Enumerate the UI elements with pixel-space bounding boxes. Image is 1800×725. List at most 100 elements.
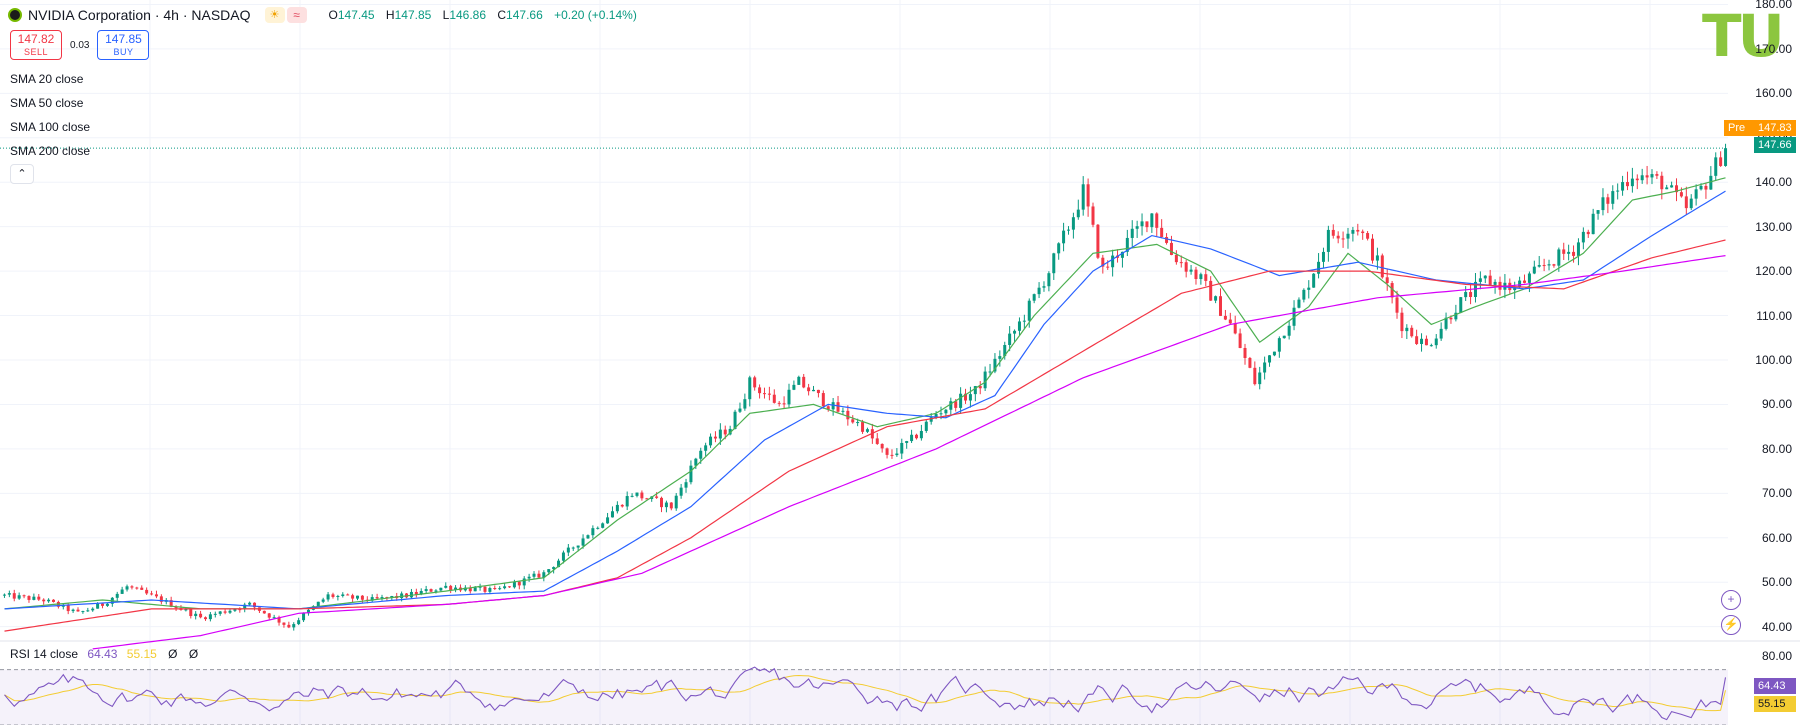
symbol-title[interactable]: NVIDIA Corporation · 4h · NASDAQ — [28, 7, 251, 23]
candle-body — [748, 377, 752, 400]
chevron-up-icon: ⌃ — [17, 168, 27, 180]
candle-body — [890, 454, 894, 456]
price-axis-tick: 140.00 — [1755, 175, 1792, 190]
candle-body — [223, 611, 227, 613]
candle-body — [184, 609, 188, 611]
candle-body — [787, 389, 791, 405]
candle-body — [1395, 297, 1399, 313]
price-axis-tick: 70.00 — [1761, 486, 1792, 501]
candle-body — [738, 408, 742, 412]
candle-body — [596, 527, 600, 529]
high-key: H — [385, 8, 395, 22]
candle-body — [1709, 175, 1713, 190]
candle-body — [439, 587, 443, 591]
candle-body — [1066, 229, 1070, 231]
indicator-sma100[interactable]: SMA 100 close — [10, 120, 90, 134]
candle-body — [145, 589, 149, 594]
candle-body — [988, 371, 992, 373]
indicator-sma20[interactable]: SMA 20 close — [10, 72, 83, 86]
candle-body — [1106, 266, 1110, 268]
candle-body — [1591, 213, 1595, 235]
candle-body — [120, 589, 124, 594]
candle-body — [2, 594, 6, 596]
buy-button[interactable]: 147.85 BUY — [97, 30, 150, 60]
candle-body — [664, 502, 668, 508]
indicator-sma50[interactable]: SMA 50 close — [10, 96, 83, 110]
candle-body — [861, 422, 865, 432]
candle-body — [851, 419, 855, 423]
candle-body — [321, 599, 325, 602]
candle-body — [351, 595, 355, 599]
hidden-eye-icon-2[interactable]: Ø — [189, 647, 198, 661]
candle-body — [718, 429, 722, 439]
lightning-icon[interactable]: ⚡ — [1721, 615, 1741, 635]
candle-body — [561, 552, 565, 561]
candle-body — [1057, 243, 1061, 254]
candle-body — [1552, 264, 1556, 266]
candle-body — [424, 589, 428, 592]
candle-body — [1684, 196, 1688, 209]
candle-body — [635, 492, 639, 496]
add-alert-icon[interactable]: + — [1721, 590, 1741, 610]
candle-body — [199, 613, 203, 618]
candle-body — [1199, 274, 1203, 280]
candle-body — [532, 573, 536, 577]
candle-body — [1704, 185, 1708, 190]
candle-body — [32, 596, 36, 600]
candle-body — [517, 581, 521, 586]
rsi-legend[interactable]: RSI 14 close 64.43 55.15 Ø Ø — [10, 647, 198, 661]
candle-body — [944, 409, 948, 414]
sell-button[interactable]: 147.82 SELL — [10, 30, 62, 60]
hidden-eye-icon[interactable]: Ø — [168, 647, 177, 661]
candle-body — [1022, 320, 1026, 322]
candle-body — [660, 497, 664, 508]
rsi-price-label: 64.43 — [1754, 678, 1796, 694]
candle-body — [723, 429, 727, 435]
candle-body — [674, 495, 678, 509]
candle-body — [1542, 265, 1546, 267]
candle-body — [96, 603, 100, 609]
candle-body — [802, 376, 806, 388]
candle-body — [1130, 228, 1134, 238]
candle-body — [640, 492, 644, 499]
price-chart[interactable] — [0, 0, 1800, 725]
open-key: O — [328, 8, 338, 22]
spread-value: 0.03 — [70, 39, 90, 51]
candle-body — [228, 610, 232, 613]
candle-body — [610, 511, 614, 518]
rsi-ma-price-label: 55.15 — [1754, 696, 1796, 712]
candle-body — [140, 587, 144, 590]
candle-body — [1071, 217, 1075, 230]
candle-body — [473, 587, 477, 592]
candle-body — [1547, 264, 1551, 266]
candle-body — [1253, 367, 1257, 385]
candle-body — [1567, 251, 1571, 254]
pre-market-price-label: 147.83 — [1754, 120, 1796, 136]
candle-body — [1694, 189, 1698, 199]
candle-body — [1111, 255, 1115, 268]
candle-body — [959, 393, 963, 408]
candle-body — [1576, 242, 1580, 256]
candle-body — [571, 547, 575, 549]
indicator-sma200[interactable]: SMA 200 close — [10, 144, 90, 158]
candle-body — [576, 545, 580, 548]
price-axis-tick: 180.00 — [1755, 0, 1792, 12]
data-mode-icon[interactable]: ≈ — [286, 7, 307, 23]
candle-body — [1047, 273, 1051, 287]
price-axis-tick: 50.00 — [1761, 575, 1792, 590]
candle-body — [1606, 197, 1610, 204]
candle-body — [1385, 277, 1389, 284]
candle-body — [1616, 190, 1620, 192]
candle-body — [949, 401, 953, 410]
candle-body — [1302, 289, 1306, 300]
candle-body — [355, 595, 359, 599]
candle-body — [1714, 157, 1718, 176]
last-price-label: 147.66 — [1754, 137, 1796, 153]
candle-body — [586, 535, 590, 539]
candle-body — [836, 402, 840, 412]
candle-body — [444, 585, 448, 588]
market-hours-sun-icon[interactable]: ☀ — [264, 7, 285, 23]
candle-body — [620, 504, 624, 507]
candle-body — [968, 394, 972, 401]
collapse-legend-button[interactable]: ⌃ — [10, 164, 34, 184]
